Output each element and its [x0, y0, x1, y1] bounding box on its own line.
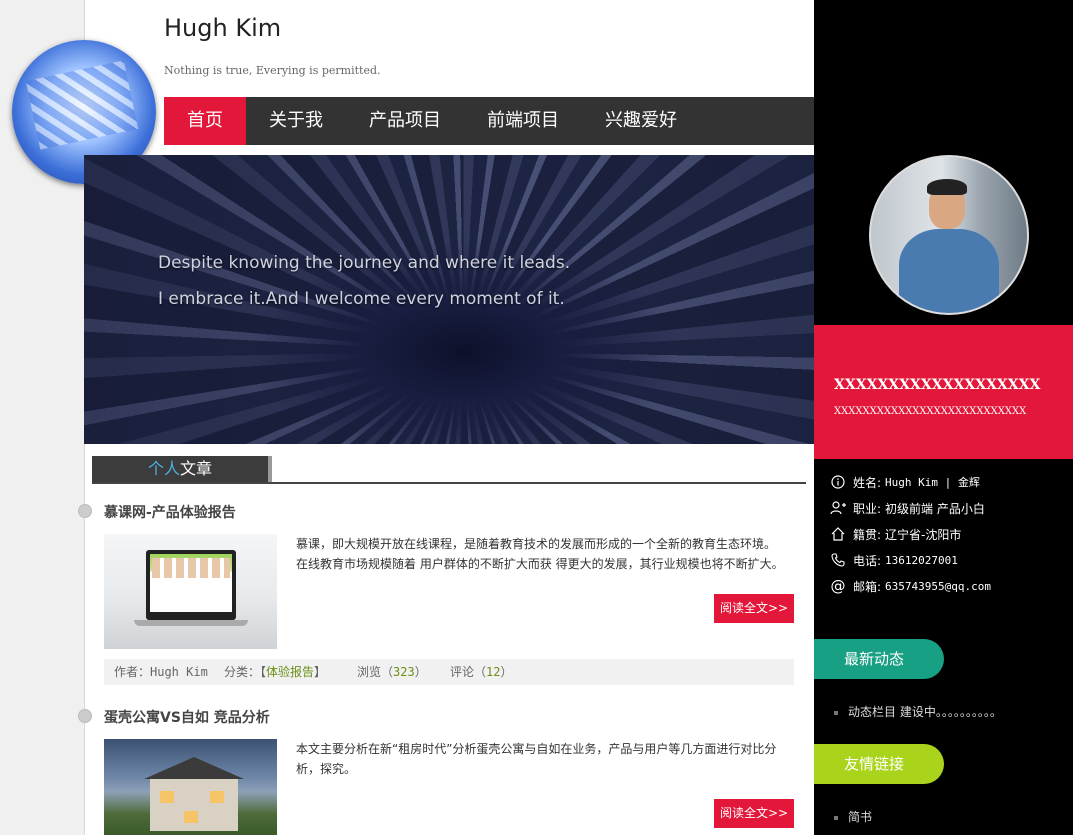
- nav-item-home[interactable]: 首页: [164, 97, 246, 145]
- info-name: 姓名: Hugh Kim | 金辉: [830, 472, 980, 492]
- timeline-dot: [78, 709, 92, 723]
- read-more-button[interactable]: 阅读全文>>: [714, 594, 794, 623]
- main-nav: 首页 关于我 产品项目 前端项目 兴趣爱好: [164, 97, 814, 145]
- section-title: 个人文章: [92, 456, 272, 482]
- nav-item-frontend[interactable]: 前端项目: [464, 97, 582, 145]
- post-thumbnail[interactable]: [104, 534, 277, 649]
- post-thumbnail[interactable]: [104, 739, 277, 835]
- links-heading[interactable]: 友情链接: [814, 744, 944, 784]
- news-item: 动态栏目 建设中。。。。。。。。。。: [834, 703, 1002, 720]
- hero-banner: Despite knowing the journey and where it…: [84, 155, 814, 444]
- profile-banner-title: XXXXXXXXXXXXXXXXXXX: [834, 377, 1041, 393]
- section-header: 个人文章: [92, 456, 806, 484]
- user-add-icon: [830, 500, 846, 516]
- phone-icon: [830, 552, 846, 568]
- post-excerpt-line: 慕课，即大规模开放在线课程，是随着教育技术的发展而形成的一个全新的教育生态环境。: [296, 537, 777, 551]
- news-heading[interactable]: 最新动态: [814, 639, 944, 679]
- read-more-button[interactable]: 阅读全文>>: [714, 799, 794, 828]
- timeline-dot: [78, 504, 92, 518]
- banner-line-2: I embrace it.And I welcome every moment …: [158, 289, 565, 309]
- banner-line-1: Despite knowing the journey and where it…: [158, 253, 571, 273]
- post-excerpt: 慕课，即大规模开放在线课程，是随着教育技术的发展而形成的一个全新的教育生态环境。…: [296, 534, 794, 574]
- post-category: 分类：【体验报告】: [224, 665, 327, 679]
- avatar[interactable]: [869, 155, 1029, 315]
- at-icon: @: [830, 577, 846, 595]
- post-title[interactable]: 蛋壳公寓VS自如 竞品分析: [104, 707, 270, 727]
- site-title[interactable]: Hugh Kim: [164, 14, 281, 42]
- category-link[interactable]: 体验报告: [266, 665, 314, 679]
- laptop-base: [134, 620, 248, 626]
- post-title[interactable]: 慕课网-产品体验报告: [104, 502, 236, 522]
- post-meta: 作者：Hugh Kim 分类：【体验报告】 浏览（323） 评论（12）: [104, 659, 794, 685]
- post-author: 作者：Hugh Kim: [114, 665, 208, 679]
- site-motto: Nothing is true, Everying is permitted.: [164, 64, 381, 77]
- nav-item-hobbies[interactable]: 兴趣爱好: [582, 97, 700, 145]
- post-comments[interactable]: 评论（12）: [450, 659, 512, 685]
- profile-banner-subtitle: XXXXXXXXXXXXXXXXXXXXXXXXXXX: [834, 406, 1027, 417]
- nav-item-about[interactable]: 关于我: [246, 97, 346, 145]
- info-icon: [830, 474, 846, 490]
- house-walls: [150, 779, 238, 831]
- sidebar: XXXXXXXXXXXXXXXXXXX XXXXXXXXXXXXXXXXXXXX…: [814, 0, 1073, 835]
- info-job: 职业: 初级前端 产品小白: [830, 498, 985, 518]
- section-title-highlight: 个人: [147, 459, 180, 478]
- info-email: @ 邮箱: 635743955@qq.com: [830, 577, 992, 595]
- nav-item-products[interactable]: 产品项目: [346, 97, 464, 145]
- section-title-rest: 文章: [180, 459, 213, 478]
- info-phone: 电话: 13612027001: [830, 550, 958, 570]
- home-icon: [830, 526, 846, 542]
- post-excerpt-line: 在线教育市场规模随着 用户群体的不断扩大而获 得更大的发展，其行业规模也将不断扩…: [296, 557, 784, 571]
- friend-link[interactable]: 简书: [834, 808, 872, 825]
- post-views: 浏览（323）: [357, 665, 427, 679]
- profile-banner: XXXXXXXXXXXXXXXXXXX XXXXXXXXXXXXXXXXXXXX…: [814, 325, 1073, 459]
- info-hometown: 籍贯: 辽宁省-沈阳市: [830, 524, 961, 544]
- post-excerpt: 本文主要分析在新“租房时代”分析蛋壳公寓与自如在业务，产品与用户等几方面进行对比…: [296, 742, 777, 776]
